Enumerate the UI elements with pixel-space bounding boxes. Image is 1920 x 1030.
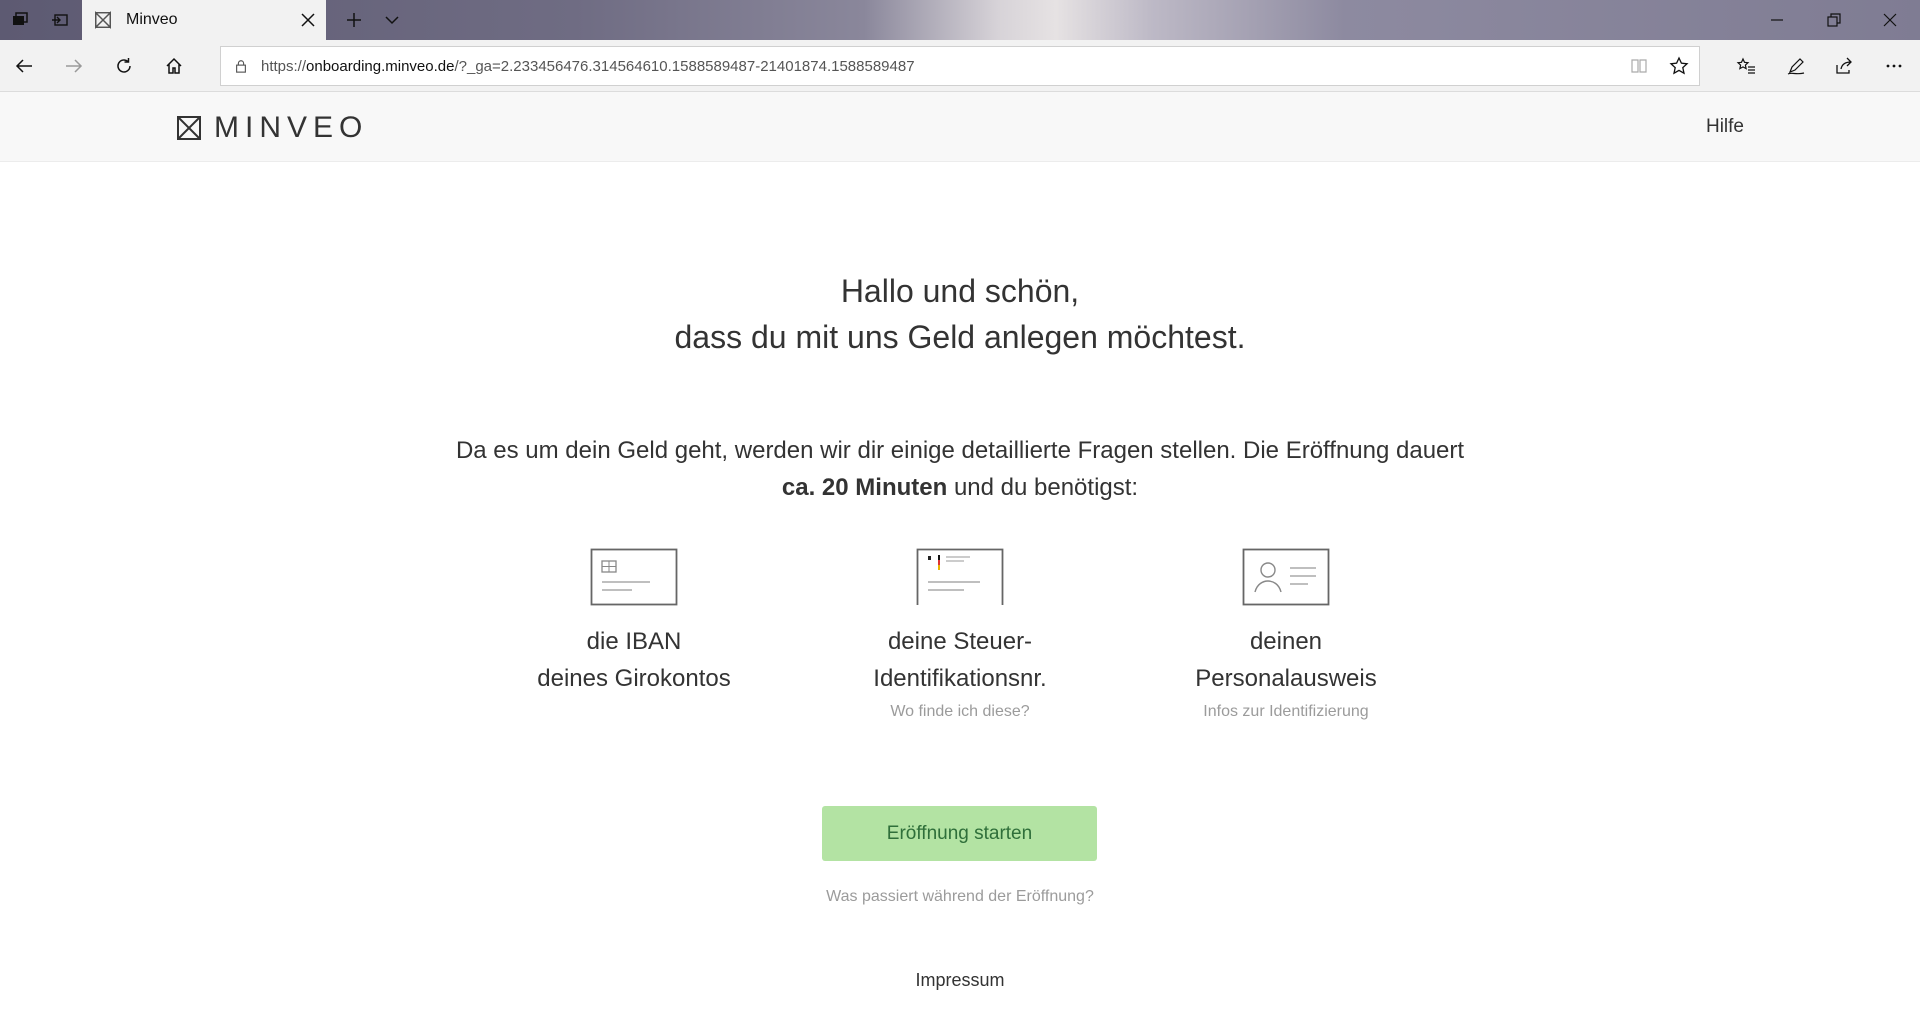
tab-list-chevron-icon[interactable] xyxy=(372,0,412,40)
refresh-icon[interactable] xyxy=(104,46,144,86)
minveo-logo[interactable]: MINVEO xyxy=(176,111,369,144)
home-icon[interactable] xyxy=(154,46,194,86)
reading-view-icon[interactable] xyxy=(1619,47,1659,85)
restore-icon[interactable] xyxy=(1806,0,1862,40)
help-link[interactable]: Hilfe xyxy=(1706,116,1744,138)
brand-name: MINVEO xyxy=(214,111,369,144)
intro-duration: ca. 20 Minuten xyxy=(781,474,948,501)
back-arrow-icon[interactable] xyxy=(4,46,44,86)
headline-line-2: dass du mit uns Geld anlegen möchtest. xyxy=(674,319,1246,355)
where-to-find-link[interactable]: Wo finde ich diese? xyxy=(890,703,1029,721)
id-card-icon xyxy=(1242,548,1330,606)
pen-notes-icon[interactable] xyxy=(1776,46,1816,86)
browser-tab-bar: Minveo xyxy=(0,0,1920,40)
intro-line-2: ca. 20 Minuten und du benötigst: xyxy=(781,474,1139,501)
tax-document-icon xyxy=(916,548,1004,605)
requirement-tax-id: deine Steuer- Identifikationsnr. Wo find… xyxy=(800,548,1120,721)
page-headline: Hallo und schön, dass du mit uns Geld an… xyxy=(0,268,1920,360)
forward-arrow-icon[interactable] xyxy=(54,46,94,86)
favorite-star-icon[interactable] xyxy=(1659,47,1699,85)
site-header: MINVEO Hilfe xyxy=(0,92,1920,162)
favorites-list-icon[interactable] xyxy=(1726,46,1766,86)
tab-title: Minveo xyxy=(126,11,178,28)
intro-text: Da es um dein Geld geht, werden wir dir … xyxy=(0,432,1920,506)
minveo-logo-icon xyxy=(177,116,201,140)
more-options-icon[interactable] xyxy=(1874,46,1914,86)
requirement-id-card: deinen Personalausweis Infos zur Identif… xyxy=(1126,548,1446,721)
requirement-iban: die IBAN deines Girokontos xyxy=(474,548,794,697)
minveo-favicon-icon xyxy=(92,9,114,31)
new-tab-icon[interactable] xyxy=(334,0,374,40)
impressum-link[interactable]: Impressum xyxy=(0,970,1920,991)
identification-info-link[interactable]: Infos zur Identifizierung xyxy=(1203,703,1368,721)
tab-close-icon[interactable] xyxy=(290,0,326,40)
set-aside-tabs-icon[interactable] xyxy=(40,0,80,40)
browser-address-bar: https://onboarding.minveo.de/?_ga=2.2334… xyxy=(0,40,1920,92)
share-icon[interactable] xyxy=(1824,46,1864,86)
what-happens-link[interactable]: Was passiert während der Eröffnung? xyxy=(0,888,1920,906)
lock-icon[interactable] xyxy=(221,47,261,85)
requirement-label: die IBAN deines Girokontos xyxy=(537,628,731,692)
tab-actions-icon[interactable] xyxy=(0,0,40,40)
requirement-label: deinen Personalausweis xyxy=(1195,628,1377,692)
url-text: https://onboarding.minveo.de/?_ga=2.2334… xyxy=(261,57,915,75)
bank-card-icon xyxy=(590,548,678,606)
intro-line-1: Da es um dein Geld geht, werden wir dir … xyxy=(455,437,1465,464)
url-field[interactable]: https://onboarding.minveo.de/?_ga=2.2334… xyxy=(220,46,1700,86)
headline-line-1: Hallo und schön, xyxy=(840,273,1080,309)
start-opening-button[interactable]: Eröffnung starten xyxy=(822,806,1097,861)
close-window-icon[interactable] xyxy=(1862,0,1918,40)
requirement-label: deine Steuer- Identifikationsnr. xyxy=(873,628,1047,692)
tab-minveo[interactable]: Minveo xyxy=(82,0,326,40)
minimize-icon[interactable] xyxy=(1749,0,1805,40)
